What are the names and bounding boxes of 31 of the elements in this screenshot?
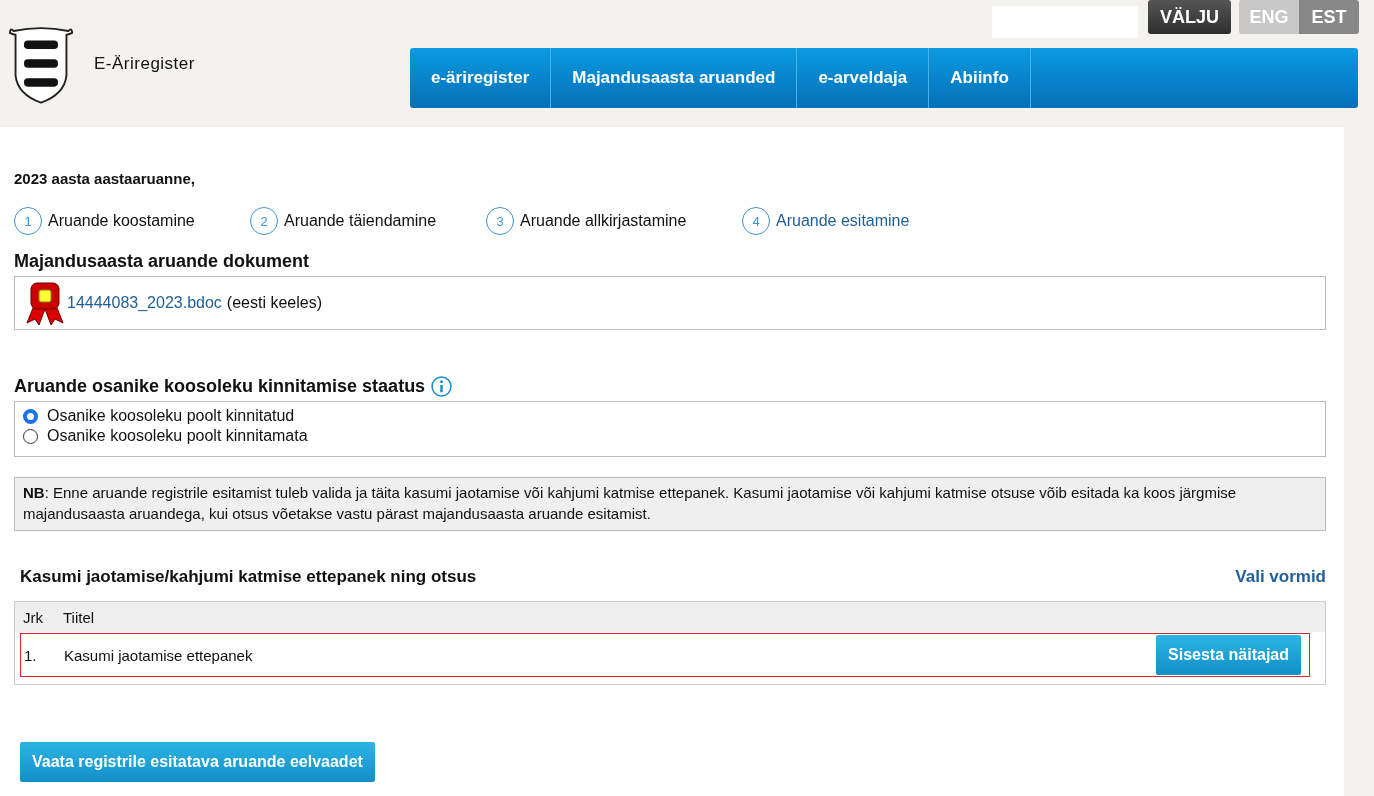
radio-label: Osanike koosoleku poolt kinnitatud (47, 407, 295, 425)
nav-link[interactable]: Majandusaasta aruanded (551, 48, 798, 108)
step-label: Aruande koostamine (48, 212, 195, 230)
column-header: Jrk (23, 608, 44, 626)
report-title: 2023 aasta aastaaruanne, (14, 169, 196, 189)
table-cell-text: Kasumi jaotamise ettepanek (64, 646, 254, 664)
note-text: NB: Enne aruande registrile esitamist tuleb valida ja täita kasumi jaotamise või kahjumi katmise ettepanek. Kasumi jaotamise või kahjumi katmise otsuse võib esitada ka koos järgmise majandusaasta aruandega, kui otsus võetakse vastu pärast majandusaasta aruande esitamist. (23, 484, 1237, 522)
column-header: Tiitel (63, 608, 95, 626)
preview-button[interactable]: Vaata registrile esitatava aruande eelvaadet (20, 742, 375, 782)
nav-link[interactable]: e-arveldaja (797, 48, 930, 108)
radio-label: Osanike koosoleku poolt kinnitamata (47, 427, 308, 445)
step-label: Aruande esitamine (776, 212, 910, 230)
step-label: Aruande allkirjastamine (520, 212, 687, 230)
section-heading: Majandusaasta aruande dokument (14, 251, 311, 272)
logout-button[interactable]: VÄLJU (1148, 0, 1231, 34)
radio-button[interactable] (23, 408, 38, 424)
section-heading: Kasumi jaotamise/kahjumi katmise ettepanek ning otsus (20, 567, 477, 587)
info-icon[interactable] (431, 376, 453, 397)
section-heading: Aruande osanike koosoleku kinnitamise staatus (14, 376, 426, 397)
table-cell-text: 1. (24, 646, 38, 664)
step-label: Aruande täiendamine (284, 212, 437, 230)
file-link[interactable]: 14444083_2023.bdoc (67, 294, 222, 312)
ribbon-seal-icon (25, 281, 65, 325)
site-title: E-Äriregister (94, 54, 195, 74)
enter-values-button[interactable]: Sisesta näitajad (1156, 635, 1301, 675)
nav-link[interactable]: Abiinfo (929, 48, 1031, 108)
document-language: (eesti keeles) (226, 294, 322, 312)
choose-forms-link[interactable]: Vali vormid (1235, 567, 1326, 587)
language-tab[interactable]: EST (1299, 0, 1359, 34)
nav-link[interactable]: e-äriregister (410, 48, 552, 108)
radio-button[interactable] (23, 428, 38, 444)
